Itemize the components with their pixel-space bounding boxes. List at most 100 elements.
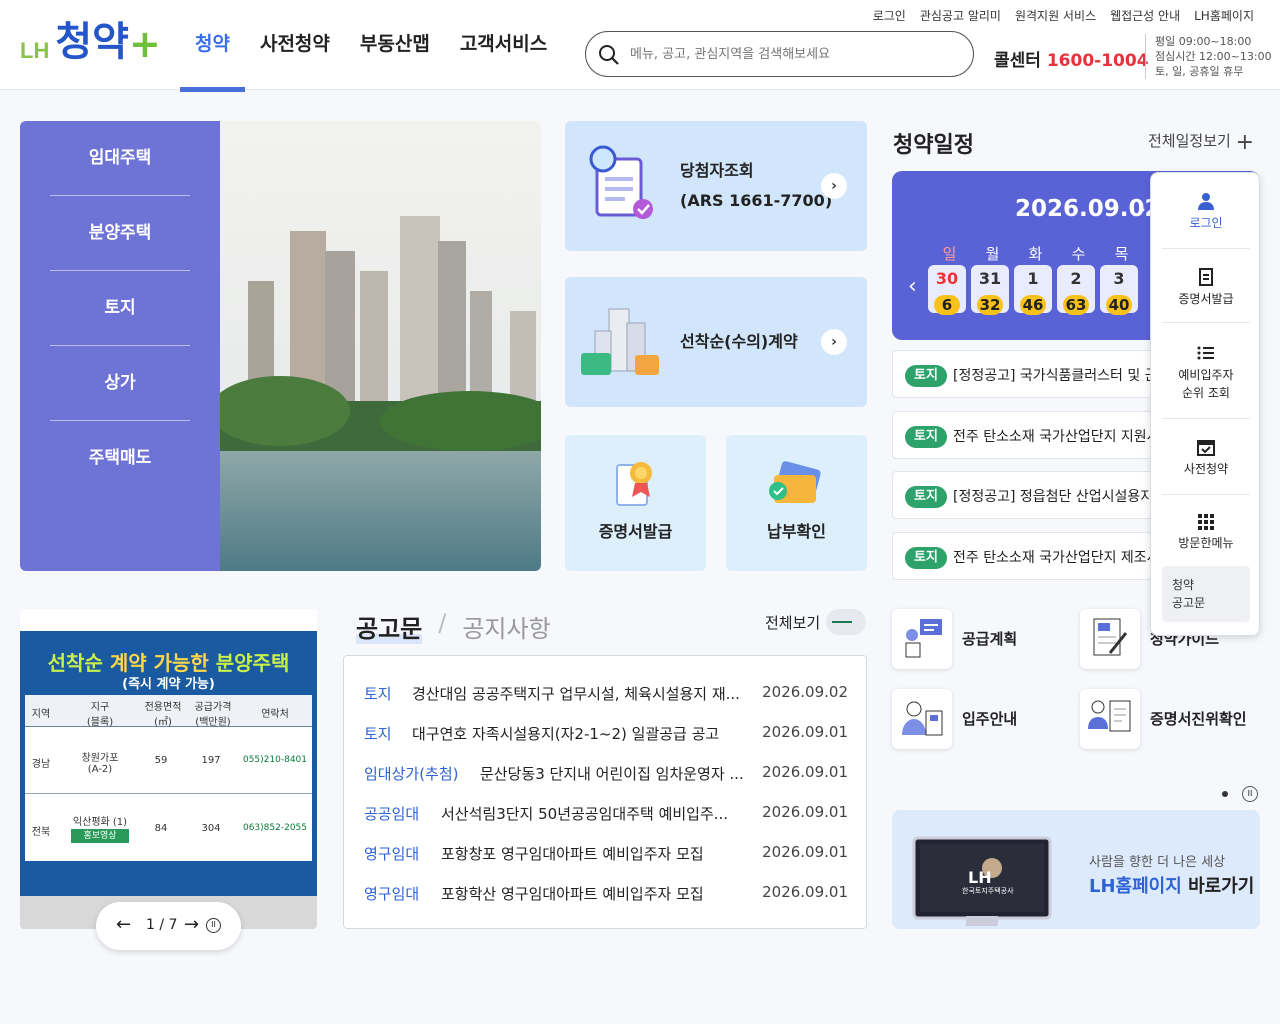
calendar-day[interactable]: 31 32 [971, 265, 1009, 315]
remote-support-link[interactable]: 원격지원 서비스 [1015, 7, 1096, 24]
weekday-wed: 수 [1071, 245, 1086, 263]
video-badge[interactable]: 홍보영상 [71, 829, 129, 843]
menu-sale[interactable]: 분양주택 [50, 196, 190, 271]
winner-ars: (ARS 1661-7700) [680, 191, 833, 210]
view-all-toggle[interactable] [826, 609, 866, 635]
recent-menu-item[interactable]: 청약 [1172, 576, 1240, 594]
calendar-date: 2026.09.02 [1015, 196, 1161, 222]
weekday-sun: 일 [942, 245, 957, 263]
verify-document-icon [1088, 700, 1131, 732]
quick-login[interactable]: 로그인 [1162, 187, 1250, 249]
notice-row[interactable]: 토지 경산대임 공공주택지구 업무시설, 체육시설용지 재... 2026.09.0… [364, 683, 848, 707]
recent-menu-item[interactable]: 공고문 [1172, 594, 1240, 612]
buildings-icon [581, 308, 659, 375]
first-come-label: 선착순(수의)계약 [680, 332, 798, 351]
tab-notices[interactable]: 공지사항 [462, 609, 550, 644]
notice-title: 경산대임 공공주택지구 업무시설, 체육시설용지 재... [412, 685, 740, 703]
payment-check-card[interactable]: 납부확인 [726, 435, 867, 571]
main-nav: 청약 사전청약 부동산맵 고객서비스 [180, 30, 562, 92]
nav-customer-service[interactable]: 고객서비스 [445, 30, 562, 90]
day-number: 3 [1113, 269, 1125, 288]
promo-banner[interactable]: 선착순 계약 가능한 분양주택 (즉시 계약 가능) 지역 지구 (블록) 전용… [20, 609, 317, 929]
schedule-text: [정정공고] 국가식품클러스터 및 군산 [953, 368, 1153, 384]
col-region: 지역 [31, 709, 51, 720]
calendar-day[interactable]: 30 6 [928, 265, 966, 315]
menu-commercial[interactable]: 상가 [50, 346, 190, 421]
notice-title: 문산당동3 단지내 어린이집 임차운영자 ... [480, 765, 744, 783]
calendar-days: 30 6 31 32 1 46 2 63 3 40 [928, 265, 1143, 315]
move-in-card[interactable] [892, 689, 952, 749]
lh-homepage-banner[interactable]: LH 한국토지주택공사 사람을 향한 더 나은 세상 LH홈페이지 바로가기 [892, 810, 1260, 929]
calendar-day[interactable]: 3 40 [1100, 265, 1138, 315]
certificate-card[interactable]: 증명서발급 [565, 435, 706, 571]
arrow-left-icon[interactable]: ← [116, 914, 131, 935]
notice-row[interactable]: 공공임대 서산석림3단지 50년공공임대주택 예비입주... 2026.09.01 [364, 803, 848, 827]
quick-waitlist[interactable]: 예비입주자 순위 조회 [1162, 337, 1250, 419]
calendar-next-icon[interactable]: › [1140, 202, 1146, 218]
certificate-label: 증명서발급 [598, 522, 673, 541]
schedule-all-link[interactable]: 전체일정보기 + [1148, 130, 1254, 155]
search-box [585, 31, 974, 77]
schedule-text: 전주 탄소소재 국가산업단지 제조시설 [953, 550, 1153, 566]
certificate-icon [616, 462, 652, 506]
alert-link[interactable]: 관심공고 알리미 [920, 7, 1001, 24]
notice-row[interactable]: 영구임대 포항창포 영구임대아파트 예비입주자 모집 2026.09.01 [364, 843, 848, 867]
chevron-right-icon[interactable]: › [821, 329, 847, 355]
quick-pre-subscription[interactable]: 사전청약 [1162, 433, 1250, 495]
chevron-right-icon[interactable]: › [821, 173, 847, 199]
quick-visited[interactable]: 방문한메뉴 [1162, 509, 1250, 565]
banner-subtitle: 사람을 향한 더 나은 세상 [1089, 855, 1226, 870]
winner-check-card[interactable]: 당첨자조회 (ARS 1661-7700) › [565, 121, 867, 251]
day-count-badge: 32 [977, 295, 1003, 315]
notice-row[interactable]: 임대상가(추첨) 문산당동3 단지내 어린이집 임차운영자 ... 2026.09.… [364, 763, 848, 787]
notice-category: 영구임대 [364, 845, 420, 863]
quick-certificate[interactable]: 증명서발급 [1162, 261, 1250, 323]
call-center: 콜센터 1600-1004 [994, 46, 1149, 71]
document-edit-icon [1093, 618, 1128, 656]
notice-title: 서산석림3단지 50년공공임대주택 예비입주... [441, 805, 729, 823]
notice-category: 영구임대 [364, 885, 420, 903]
nav-real-estate-map[interactable]: 부동산맵 [345, 30, 445, 90]
calendar-check-icon [1197, 440, 1215, 456]
call-hours: 평일 09:00~18:00 점심시간 12:00~13:00 토, 일, 공휴… [1145, 34, 1272, 79]
notice-date: 2026.09.02 [762, 683, 848, 701]
verify-card[interactable] [1080, 689, 1140, 749]
calendar-day[interactable]: 2 63 [1057, 265, 1095, 315]
notice-row[interactable]: 영구임대 포항학산 영구임대아파트 예비입주자 모집 2026.09.01 [364, 883, 848, 907]
supply-plan-card[interactable] [892, 609, 952, 669]
lh-home-link[interactable]: LH홈페이지 [1194, 7, 1254, 24]
accessibility-link[interactable]: 웹접근성 안내 [1110, 7, 1180, 24]
col-area: 전용면적 (㎡) [144, 702, 182, 728]
nav-cheongyak[interactable]: 청약 [180, 30, 245, 92]
first-come-contract-card[interactable]: 선착순(수의)계약 › [565, 277, 867, 407]
notice-date: 2026.09.01 [762, 763, 848, 781]
tab-announcements[interactable]: 공고문 [356, 609, 422, 644]
chevron-left-icon[interactable]: ‹ [908, 274, 917, 299]
search-input[interactable] [630, 43, 950, 65]
menu-rental[interactable]: 임대주택 [50, 121, 190, 196]
slide-dot[interactable] [1222, 791, 1228, 797]
day-count-badge: 6 [934, 295, 960, 315]
presentation-icon [905, 619, 942, 658]
pause-icon[interactable]: II [1242, 786, 1258, 802]
header: 로그인 관심공고 알리미 원격지원 서비스 웹접근성 안내 LH홈페이지 LH … [0, 0, 1280, 92]
menu-house-sale[interactable]: 주택매도 [50, 421, 190, 496]
login-link[interactable]: 로그인 [873, 7, 906, 24]
search-icon[interactable] [598, 44, 620, 66]
menu-land[interactable]: 토지 [50, 271, 190, 346]
notice-row[interactable]: 토지 대구연호 자족시설용지(자2-1~2) 일괄공급 공고 2026.09.01 [364, 723, 848, 747]
pause-icon[interactable]: II [206, 918, 221, 933]
document-icon [1199, 268, 1213, 286]
schedule-tag: 토지 [905, 486, 947, 508]
promo-table: 지역 지구 (블록) 전용면적 (㎡) 공급가격 (백만원) 연락처 경남 창원… [25, 695, 312, 861]
logo[interactable]: LH 청약 + [20, 20, 161, 64]
notice-view-all[interactable]: 전체보기 [765, 612, 820, 633]
guide-card[interactable] [1080, 609, 1140, 669]
hours-weekday: 평일 09:00~18:00 [1155, 35, 1252, 48]
nav-pre-subscription[interactable]: 사전청약 [245, 30, 345, 90]
calendar-day[interactable]: 1 46 [1014, 265, 1052, 315]
arrow-right-icon[interactable]: → [184, 914, 199, 935]
schedule-tag: 토지 [905, 426, 947, 448]
notice-date: 2026.09.01 [762, 723, 848, 741]
notice-date: 2026.09.01 [762, 883, 848, 901]
